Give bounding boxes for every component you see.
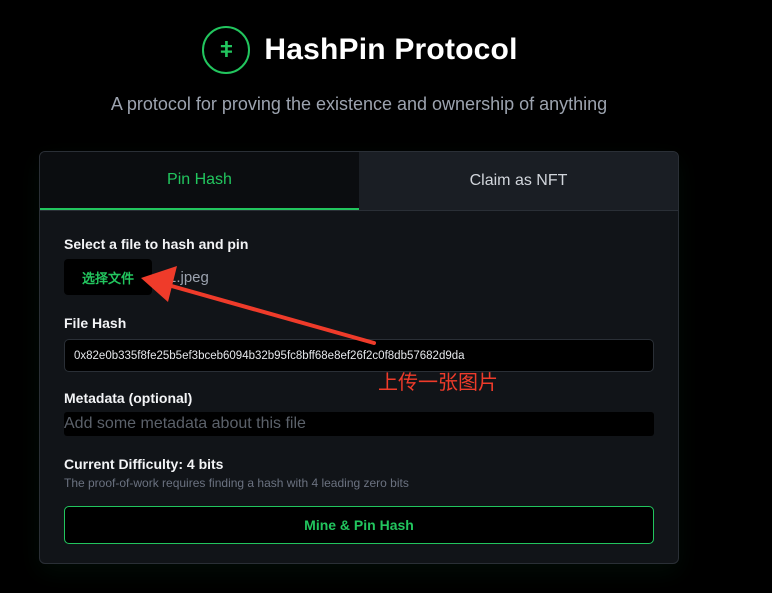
hashpin-logo-icon: ǂ: [202, 26, 251, 74]
pin-hash-form: Select a file to hash and pin 选择文件 1.jpe…: [64, 236, 654, 544]
difficulty-label: Current Difficulty: 4 bits: [64, 456, 224, 472]
choose-file-button[interactable]: 选择文件: [64, 259, 152, 295]
page-title: HashPin Protocol: [264, 33, 518, 66]
mine-pin-hash-button[interactable]: Mine & Pin Hash: [64, 506, 654, 544]
tab-bar: Pin Hash Claim as NFT: [40, 152, 678, 211]
page-header: ǂ HashPin Protocol: [0, 26, 720, 74]
metadata-label: Metadata (optional): [64, 390, 193, 406]
selected-file-name: 1.jpeg: [168, 268, 209, 286]
annotation-text: 上传一张图片: [378, 370, 498, 394]
difficulty-hint: The proof-of-work requires finding a has…: [64, 476, 409, 490]
file-hash-field[interactable]: 0x82e0b335f8fe25b5ef3bceb6094b32b95fc8bf…: [64, 339, 654, 372]
file-hash-label: File Hash: [64, 315, 127, 331]
file-picker: 选择文件 1.jpeg: [64, 259, 654, 295]
metadata-input[interactable]: [64, 412, 654, 436]
main-card: Pin Hash Claim as NFT Select a file to h…: [39, 151, 679, 564]
file-select-label: Select a file to hash and pin: [64, 236, 249, 252]
tab-pin-hash[interactable]: Pin Hash: [40, 152, 359, 210]
tab-claim-nft[interactable]: Claim as NFT: [359, 152, 678, 210]
page-subtitle: A protocol for proving the existence and…: [110, 94, 608, 114]
